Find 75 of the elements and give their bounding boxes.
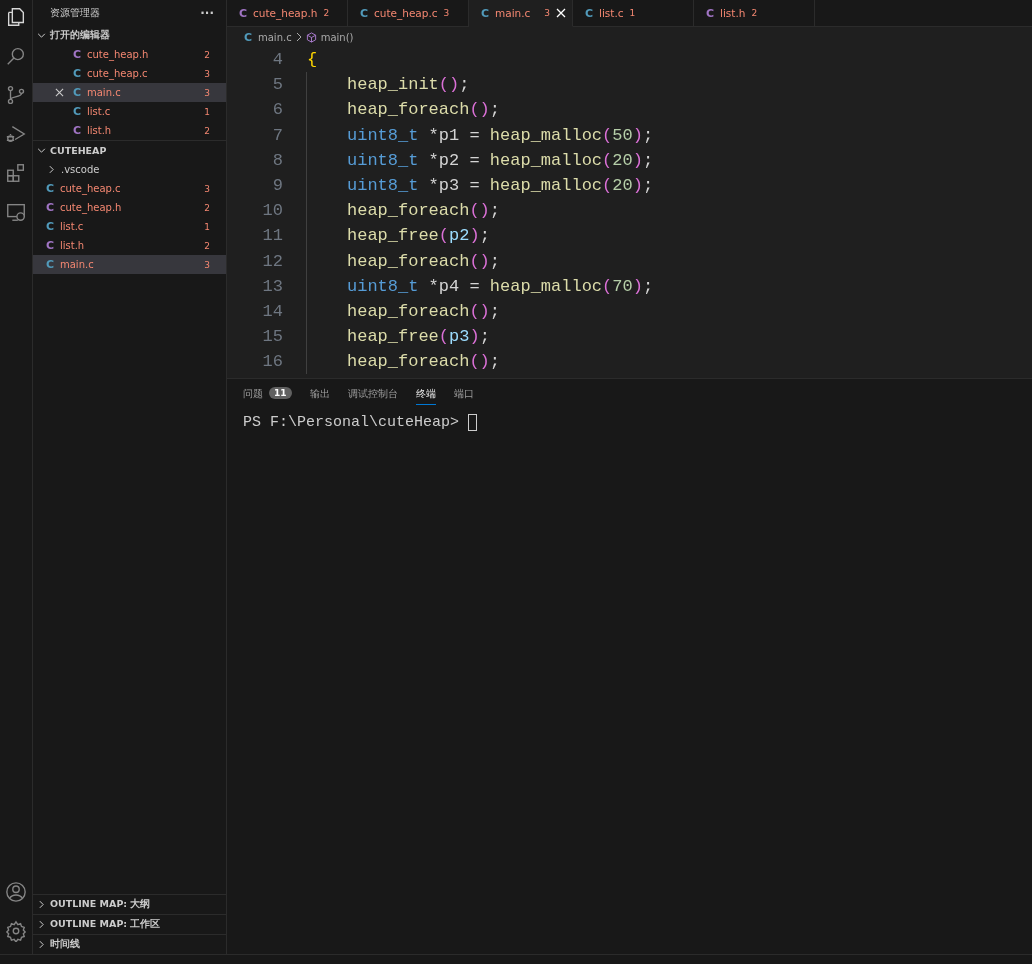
close-icon[interactable] — [55, 88, 64, 97]
file-item[interactable]: C main.c 3 — [33, 255, 226, 274]
more-actions-button[interactable]: ··· — [200, 6, 214, 20]
files-icon[interactable] — [5, 6, 27, 28]
source-control-icon[interactable] — [5, 84, 27, 106]
editor-tab[interactable]: C list.h 2 — [694, 0, 815, 27]
open-editor-item[interactable]: C list.c 1 — [33, 102, 226, 121]
file-item[interactable]: C cute_heap.h 2 — [33, 198, 226, 217]
folder-item[interactable]: .vscode — [33, 160, 226, 179]
count-badge: 11 — [269, 387, 292, 399]
editor-tab[interactable]: C list.c 1 — [573, 0, 694, 27]
terminal-cursor — [468, 414, 478, 431]
search-icon[interactable] — [5, 45, 27, 67]
open-editor-item[interactable]: C cute_heap.h 2 — [33, 45, 226, 64]
chevron-icon — [37, 33, 46, 38]
code-line: heap_foreach(); — [346, 301, 501, 321]
file-item[interactable]: C list.c 1 — [33, 217, 226, 236]
code-line: heap_foreach(); — [346, 100, 501, 120]
run-debug-icon[interactable] — [5, 123, 27, 145]
line-number: 7 — [271, 125, 283, 145]
chevron-icon — [39, 920, 44, 929]
section-header[interactable]: OUTLINE MAP: 大纲 — [33, 894, 226, 914]
open-editor-item[interactable]: C main.c 3 — [33, 83, 226, 102]
section-header[interactable]: OUTLINE MAP: 工作区 — [33, 914, 226, 934]
panel-tab[interactable]: 输出 — [309, 387, 330, 405]
breadcrumb-file[interactable]: C main.c — [244, 30, 292, 44]
terminal-prompt: PS F:\Personal\cuteHeap> — [243, 414, 460, 431]
code-line: uint8_t *p2 = heap_malloc(20); — [346, 150, 654, 170]
cube-icon — [305, 31, 317, 43]
chevron-icon — [49, 165, 54, 174]
line-number: 4 — [271, 50, 283, 70]
open-editor-item[interactable]: C list.h 2 — [33, 121, 226, 140]
section-header[interactable]: 打开的编辑器 — [33, 26, 226, 45]
file-item[interactable]: C list.h 2 — [33, 236, 226, 255]
code-line: heap_free(p3); — [346, 327, 490, 347]
extensions-icon[interactable] — [5, 162, 27, 184]
editor-tab[interactable]: C cute_heap.c 3 — [348, 0, 469, 27]
code-line: { — [307, 50, 318, 70]
line-number: 16 — [261, 352, 283, 372]
chevron-icon — [295, 32, 302, 42]
sidebar-title: 资源管理器 — [50, 6, 100, 20]
chevron-icon — [39, 940, 44, 949]
line-number: 11 — [261, 226, 283, 246]
chevron-icon — [39, 900, 44, 909]
line-number: 6 — [271, 100, 283, 120]
line-number: 9 — [271, 176, 283, 196]
code-line: heap_foreach(); — [346, 251, 501, 271]
settings-icon[interactable] — [5, 920, 27, 942]
code-line: heap_init(); — [346, 75, 470, 95]
code-line: uint8_t *p3 = heap_malloc(20); — [346, 176, 654, 196]
section-header[interactable]: CUTEHEAP — [33, 140, 226, 160]
breadcrumb-symbol[interactable]: main() — [320, 31, 354, 43]
panel-tab[interactable]: 终端 — [415, 387, 436, 405]
panel-tab[interactable]: 端口 — [453, 387, 474, 405]
editor-tab[interactable]: C cute_heap.h 2 — [227, 0, 348, 27]
code-line: heap_foreach(); — [346, 201, 501, 221]
code-line: uint8_t *p1 = heap_malloc(50); — [346, 125, 654, 145]
line-number: 14 — [261, 301, 283, 321]
account-icon[interactable] — [5, 881, 27, 903]
open-editor-item[interactable]: C cute_heap.c 3 — [33, 64, 226, 83]
editor-tab[interactable]: C main.c 3 — [469, 0, 573, 27]
remote-monitor-icon[interactable] — [5, 201, 27, 223]
line-number: 10 — [261, 201, 283, 221]
line-number: 12 — [261, 251, 283, 271]
code-line: heap_free(p2); — [346, 226, 490, 246]
code-line: heap_foreach(); — [346, 352, 501, 372]
line-number: 5 — [271, 75, 283, 95]
line-number: 8 — [271, 150, 283, 170]
panel-tab[interactable]: 调试控制台 — [347, 387, 398, 405]
file-item[interactable]: C cute_heap.c 3 — [33, 179, 226, 198]
line-number: 15 — [261, 327, 283, 347]
chevron-icon — [37, 148, 46, 153]
panel-tab[interactable]: 问题 — [243, 387, 263, 405]
code-line: uint8_t *p4 = heap_malloc(70); — [346, 276, 654, 296]
line-number: 13 — [261, 276, 283, 296]
